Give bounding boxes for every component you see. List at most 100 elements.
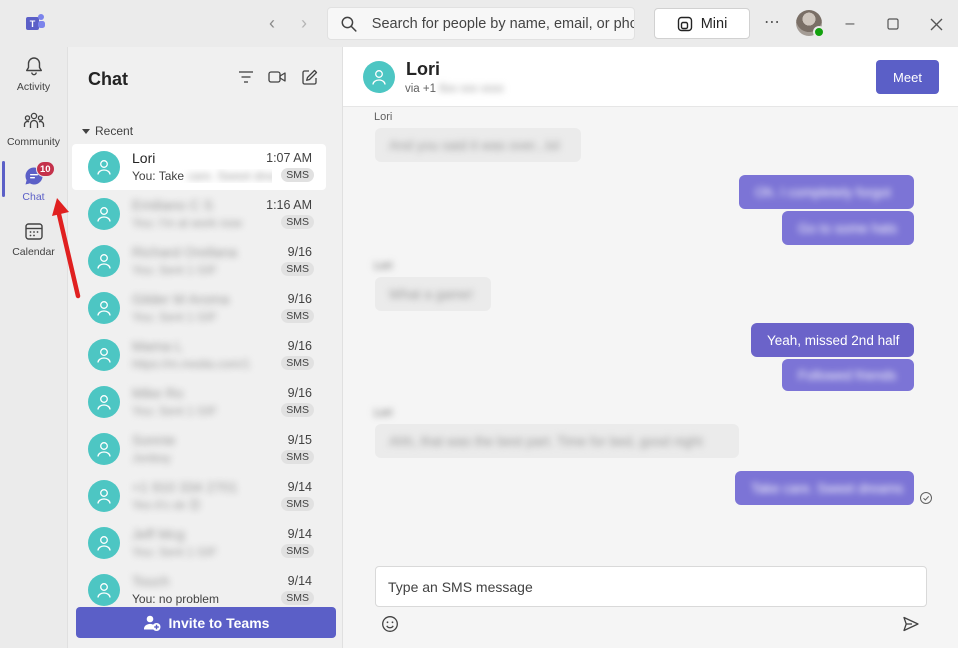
person-icon <box>97 536 111 551</box>
message-sender: Lori <box>374 111 393 123</box>
minimize-icon[interactable]: – <box>838 12 862 36</box>
seen-check-icon <box>920 492 932 504</box>
rail-item-community[interactable]: Community <box>0 102 67 154</box>
new-chat-icon[interactable] <box>299 67 319 87</box>
incoming-message: And you said it was over...lol <box>375 128 581 162</box>
teams-logo-icon: T <box>26 14 45 30</box>
chat-time: 1:16 AM <box>266 198 312 212</box>
chat-time: 9/15 <box>287 433 312 447</box>
chat-list-item[interactable]: Emiliano C S You: I'm at work now 1:16 A… <box>72 191 326 237</box>
recent-section-header[interactable]: Recent <box>82 124 133 138</box>
emoji-icon[interactable] <box>380 614 400 634</box>
chat-list-title: Chat <box>88 69 128 89</box>
chat-list-item[interactable]: Lori You: Take care. Sweet dreams 1:07 A… <box>72 144 326 190</box>
sms-tag: SMS <box>281 450 314 464</box>
recent-label: Recent <box>95 124 134 138</box>
contact-avatar <box>88 292 120 324</box>
chat-list-item[interactable]: Mama L https://m.media.com/1 9/16 SMS <box>72 332 326 378</box>
person-icon <box>97 348 111 363</box>
rail-label-activity: Activity <box>16 81 51 93</box>
person-icon <box>372 70 386 85</box>
chat-time: 9/14 <box>287 480 312 494</box>
sms-tag: SMS <box>281 215 314 229</box>
close-icon[interactable] <box>924 12 948 36</box>
contact-avatar[interactable] <box>363 61 395 93</box>
contact-avatar <box>88 151 120 183</box>
chat-list-item[interactable]: Jeff Mcg You: Sent 1 GIF 9/14 SMS <box>72 520 326 566</box>
message-sender: Lori <box>374 407 393 419</box>
rail-item-activity[interactable]: Activity <box>0 47 67 99</box>
conversation-panel: Lori via +1 6xx xxx xxxx Meet Lori And y… <box>343 47 958 648</box>
contact-avatar <box>88 245 120 277</box>
chat-time: 9/14 <box>287 574 312 588</box>
filter-icon[interactable] <box>236 67 256 87</box>
maximize-icon[interactable] <box>881 12 905 36</box>
presence-available-icon <box>813 26 825 38</box>
caret-down-icon <box>82 128 90 134</box>
video-call-icon[interactable] <box>267 67 287 87</box>
more-options-icon[interactable]: ⋯ <box>764 12 781 32</box>
contact-avatar <box>88 574 120 606</box>
chat-preview: https://m.media.com/1 <box>132 357 251 371</box>
search-placeholder: Search for people by name, email, or phc <box>371 15 634 32</box>
outgoing-message: Yeah, missed 2nd half <box>751 323 914 357</box>
contact-avatar <box>88 198 120 230</box>
chat-list-item[interactable]: Mike Ro You: Sent 1 GIF 9/16 SMS <box>72 379 326 425</box>
message-compose-input[interactable]: Type an SMS message <box>375 566 927 607</box>
sms-tag: SMS <box>281 168 314 182</box>
title-bar: T ‹ › Search for people by name, email, … <box>0 0 958 47</box>
contact-avatar <box>88 386 120 418</box>
rail-label-chat: Chat <box>22 191 45 203</box>
chat-name: Richard Orellana <box>132 244 238 260</box>
chat-name: +1 910 334 2701 <box>132 479 238 495</box>
compose-placeholder: Type an SMS message <box>388 578 533 595</box>
person-icon <box>97 395 111 410</box>
rail-item-chat[interactable]: 10 Chat <box>0 157 67 209</box>
sms-tag: SMS <box>281 403 314 417</box>
chat-name: Lori <box>132 150 156 166</box>
outgoing-message: Oh. I completely forgot <box>739 175 914 209</box>
conversation-subtitle: via +1 6xx xxx xxxx <box>405 83 504 95</box>
chat-time: 9/16 <box>287 339 312 353</box>
conversation-header: Lori via +1 6xx xxx xxxx Meet <box>343 47 958 107</box>
chat-preview: You: no problem <box>132 592 219 606</box>
chat-name: Touch <box>132 573 170 589</box>
calendar-icon <box>24 223 43 240</box>
chat-list-item[interactable]: Richard Orellana You: Sent 1 GIF 9/16 SM… <box>72 238 326 284</box>
svg-text:T: T <box>30 19 36 29</box>
invite-label: Invite to Teams <box>168 614 270 631</box>
chat-time: 9/16 <box>287 245 312 259</box>
chat-preview: Jonboy <box>132 451 171 465</box>
meet-button[interactable]: Meet <box>876 60 939 94</box>
send-icon[interactable] <box>901 614 921 634</box>
sms-tag: SMS <box>281 309 314 323</box>
sms-tag: SMS <box>281 497 314 511</box>
chat-preview: You: Take care. Sweet dreams <box>132 169 272 183</box>
search-input[interactable]: Search for people by name, email, or phc <box>327 7 635 40</box>
chat-list-item[interactable]: Sonnie Jonboy 9/15 SMS <box>72 426 326 472</box>
person-icon <box>97 254 111 269</box>
outgoing-message: Go to some hats <box>782 211 914 245</box>
add-person-icon <box>143 615 161 631</box>
chat-name: Mama L <box>132 338 183 354</box>
bell-icon <box>25 57 42 76</box>
outgoing-message: Followed friends <box>782 359 914 391</box>
invite-to-teams-button[interactable]: Invite to Teams <box>76 607 336 638</box>
chat-list-item[interactable]: +1 910 334 2701 Yes it's ok 😊 9/14 SMS <box>72 473 326 519</box>
incoming-message: Ahh, that was the best part. Time for be… <box>375 424 739 458</box>
back-arrow-icon[interactable]: ‹ <box>262 13 282 34</box>
rail-item-calendar[interactable]: Calendar <box>0 212 67 264</box>
person-icon <box>97 442 111 457</box>
mini-button[interactable]: Mini <box>654 8 750 39</box>
forward-arrow-icon[interactable]: › <box>294 13 314 34</box>
unread-badge: 10 <box>36 161 55 177</box>
chat-list-item[interactable]: Gilder M Aroma You: Sent 1 GIF 9/16 SMS <box>72 285 326 331</box>
chat-name: Emiliano C S <box>132 197 213 213</box>
chat-preview: You: Sent 1 GIF <box>132 263 217 277</box>
chat-preview: Yes it's ok 😊 <box>132 498 202 512</box>
conversation-title: Lori <box>406 59 440 79</box>
chat-time: 9/16 <box>287 386 312 400</box>
contact-avatar <box>88 339 120 371</box>
app-rail: Activity Community 10 Chat Calendar <box>0 47 67 648</box>
chat-name: Gilder M Aroma <box>132 291 230 307</box>
